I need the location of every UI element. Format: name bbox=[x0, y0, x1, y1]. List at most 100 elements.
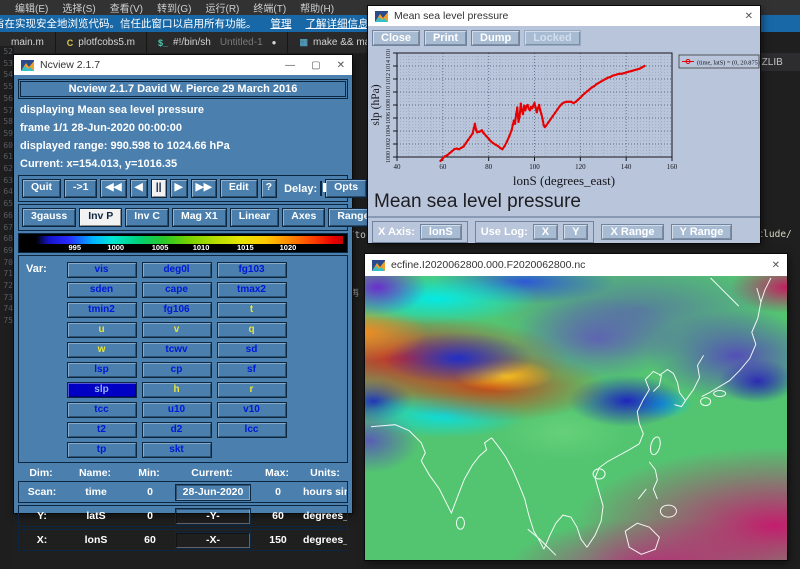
log-y-button[interactable]: Y bbox=[563, 224, 588, 240]
dim-units: degrees_east bbox=[303, 534, 347, 546]
var-button-lcc[interactable]: lcc bbox=[217, 422, 287, 438]
inv-p-button[interactable]: Inv P bbox=[79, 208, 122, 227]
dim-min: 0 bbox=[127, 510, 173, 522]
close-button[interactable]: Close bbox=[372, 30, 420, 46]
variable-buttons-grid: vis deg0l fg103 sden cape tmax2 tmin2 fg106 t uvq… bbox=[64, 260, 345, 460]
range-line: displayed range: 990.598 to 1024.66 hPa bbox=[17, 137, 349, 155]
play-icon[interactable]: ▶ bbox=[170, 179, 188, 198]
menu-item[interactable]: 终端(T) bbox=[246, 0, 293, 15]
line-number: 65 bbox=[0, 198, 13, 210]
svg-text:160: 160 bbox=[667, 163, 678, 171]
close-icon[interactable]: ✕ bbox=[772, 260, 780, 271]
var-label: Var: bbox=[21, 260, 64, 460]
dim-current-button[interactable]: 28-Jun-2020 bbox=[175, 484, 251, 501]
slp-field-map[interactable] bbox=[365, 276, 787, 560]
close-icon[interactable]: ✕ bbox=[745, 11, 753, 22]
dim-current-button[interactable]: -Y- bbox=[175, 508, 251, 525]
var-button-u[interactable]: u bbox=[67, 322, 137, 338]
menu-item[interactable]: 选择(S) bbox=[55, 0, 102, 15]
dump-button[interactable]: Dump bbox=[471, 30, 520, 46]
print-button[interactable]: Print bbox=[424, 30, 467, 46]
var-button-deg0l[interactable]: deg0l bbox=[142, 262, 212, 278]
var-button-d2[interactable]: d2 bbox=[142, 422, 212, 438]
display-options-row: 3gaussInv PInv CMag X1LinearAxesRangeBi-… bbox=[18, 204, 348, 231]
var-button-sden[interactable]: sden bbox=[67, 282, 137, 298]
step-back-icon[interactable]: ◀ bbox=[130, 179, 148, 198]
dim-current-button[interactable]: -X- bbox=[175, 532, 251, 549]
x-axis-variable-button[interactable]: lonS bbox=[420, 224, 462, 240]
var-button-tmax2[interactable]: tmax2 bbox=[217, 282, 287, 298]
inv-c-button[interactable]: Inv C bbox=[125, 208, 169, 227]
map-titlebar[interactable]: ecfine.I2020062800.000.F2020062800.nc ✕ bbox=[365, 254, 787, 276]
var-button-u10[interactable]: u10 bbox=[142, 402, 212, 418]
opts-button[interactable]: Opts bbox=[325, 179, 367, 198]
var-button-t2[interactable]: t2 bbox=[67, 422, 137, 438]
map-window: ecfine.I2020062800.000.F2020062800.nc ✕ bbox=[365, 254, 787, 560]
delay-label: Delay: bbox=[284, 183, 317, 195]
var-button-vis[interactable]: vis bbox=[67, 262, 137, 278]
help-button[interactable]: ? bbox=[261, 179, 277, 198]
log-x-button[interactable]: X bbox=[533, 224, 558, 240]
svg-text:120: 120 bbox=[575, 163, 586, 171]
axes-button[interactable]: Axes bbox=[282, 208, 325, 227]
var-button-fg103[interactable]: fg103 bbox=[217, 262, 287, 278]
fast-forward-icon[interactable]: ▶▶ bbox=[191, 179, 217, 198]
var-button-tmin2[interactable]: tmin2 bbox=[67, 302, 137, 318]
var-button-w[interactable]: w bbox=[67, 342, 137, 358]
var-button-v10[interactable]: v10 bbox=[217, 402, 287, 418]
pause-icon[interactable]: || bbox=[151, 179, 167, 198]
maximize-icon[interactable]: ▢ bbox=[311, 60, 320, 71]
line-number: 74 bbox=[0, 303, 13, 315]
var-button-r[interactable]: r bbox=[217, 382, 287, 398]
mag-x1-button[interactable]: Mag X1 bbox=[172, 208, 227, 227]
var-button-slp[interactable]: slp bbox=[67, 382, 137, 398]
var-button-q[interactable]: q bbox=[217, 322, 287, 338]
menu-item[interactable]: 查看(V) bbox=[103, 0, 150, 15]
var-button-tp[interactable]: tp bbox=[67, 442, 137, 458]
var-button-t[interactable]: t bbox=[217, 302, 287, 318]
menu-item[interactable]: 帮助(H) bbox=[293, 0, 341, 15]
close-icon[interactable]: ✕ bbox=[337, 60, 345, 71]
editor-tab[interactable]: Cplotfcobs5.m bbox=[56, 32, 147, 53]
editor-tab[interactable]: $_#!/bin/shUntitled-1● bbox=[147, 32, 288, 53]
linear-button[interactable]: Linear bbox=[230, 208, 280, 227]
tab-label: #!/bin/sh bbox=[173, 37, 211, 48]
y-range-button[interactable]: Y Range bbox=[671, 224, 733, 240]
delay-input[interactable] bbox=[320, 181, 322, 196]
svg-text:60: 60 bbox=[439, 163, 447, 171]
manage-link[interactable]: 管理 bbox=[271, 16, 292, 31]
window-title: Mean sea level pressure bbox=[394, 10, 508, 22]
dim-units: degrees_nort bbox=[303, 510, 347, 522]
menu-item[interactable]: 转到(G) bbox=[150, 0, 198, 15]
rewind-icon[interactable]: ◀◀ bbox=[100, 179, 126, 198]
learn-more-link[interactable]: 了解详细信息 bbox=[306, 16, 369, 31]
line-number: 54 bbox=[0, 69, 13, 81]
3gauss-button[interactable]: 3gauss bbox=[22, 208, 76, 227]
dim-max: 0 bbox=[253, 486, 303, 498]
var-button-sf[interactable]: sf bbox=[217, 362, 287, 378]
var-button-h[interactable]: h bbox=[142, 382, 212, 398]
var-button-cp[interactable]: cp bbox=[142, 362, 212, 378]
var-button-tcwv[interactable]: tcwv bbox=[142, 342, 212, 358]
minimize-icon[interactable]: — bbox=[285, 60, 295, 71]
x-range-button[interactable]: X Range bbox=[601, 224, 663, 240]
menu-item[interactable]: 编辑(E) bbox=[8, 0, 55, 15]
quit-button[interactable]: Quit bbox=[22, 179, 61, 198]
dim-header-cell: Dim: bbox=[18, 467, 64, 479]
dim-name: time bbox=[65, 486, 127, 498]
dim-header-cell: Current: bbox=[172, 467, 252, 479]
plot-titlebar[interactable]: Mean sea level pressure ✕ bbox=[368, 6, 760, 26]
var-button-tcc[interactable]: tcc bbox=[67, 402, 137, 418]
menu-item[interactable]: 运行(R) bbox=[198, 0, 246, 15]
var-button-skt[interactable]: skt bbox=[142, 442, 212, 458]
var-button-fg106[interactable]: fg106 bbox=[142, 302, 212, 318]
ncview-titlebar[interactable]: Ncview 2.1.7 — ▢ ✕ bbox=[14, 55, 352, 75]
var-button-sd[interactable]: sd bbox=[217, 342, 287, 358]
edit-button[interactable]: Edit bbox=[220, 179, 258, 198]
ncview-version-banner: Ncview 2.1.7 David W. Pierce 29 March 20… bbox=[20, 81, 346, 97]
dim-max: 60 bbox=[253, 510, 303, 522]
var-button-lsp[interactable]: lsp bbox=[67, 362, 137, 378]
goto-frame-1-button[interactable]: ->1 bbox=[64, 179, 97, 198]
var-button-cape[interactable]: cape bbox=[142, 282, 212, 298]
var-button-v[interactable]: v bbox=[142, 322, 212, 338]
